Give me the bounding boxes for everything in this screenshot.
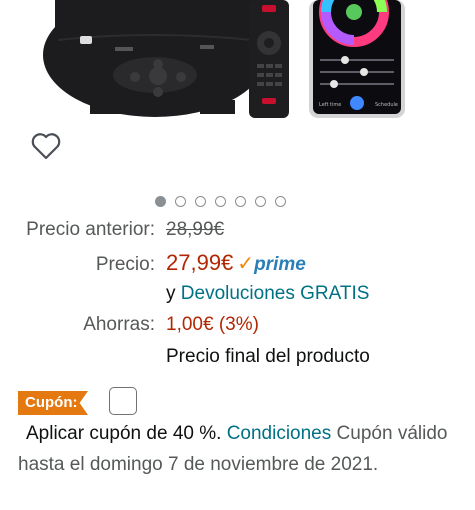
svg-text:Left time: Left time — [319, 102, 341, 108]
svg-text:Schedule: Schedule — [375, 102, 398, 108]
heart-icon[interactable] — [30, 131, 62, 161]
prime-label: prime — [254, 254, 306, 275]
previous-price-label: Precio anterior: — [26, 219, 155, 240]
returns-row: y Devoluciones GRATIS — [166, 283, 369, 305]
price-value: 27,99€ — [166, 250, 234, 275]
carousel-dots — [155, 193, 286, 209]
coupon-badge: Cupón: — [18, 391, 88, 415]
carousel-dot[interactable] — [275, 195, 286, 207]
previous-price-value: 28,99€ — [166, 219, 225, 240]
coupon-apply-text: Aplicar cupón de 40 %. — [26, 423, 222, 444]
carousel-dot[interactable] — [215, 195, 226, 207]
free-returns-link[interactable]: Devoluciones GRATIS — [181, 283, 370, 304]
coupon-description: Aplicar cupón de 40 %. Condiciones Cupón… — [18, 418, 458, 480]
carousel-dot[interactable] — [235, 195, 246, 207]
carousel-dot[interactable] — [255, 195, 266, 207]
carousel-dot[interactable] — [155, 195, 166, 207]
product-image[interactable]: Left time Schedule — [0, 0, 475, 122]
remote-control — [249, 0, 289, 118]
coupon-tail: Cupón — [336, 423, 393, 444]
price-row: 27,99€ ✓ prime — [166, 250, 306, 276]
price-label: Precio: — [95, 254, 155, 275]
savings-label: Ahorras: — [83, 314, 155, 335]
phone-app: Left time Schedule — [309, 0, 405, 118]
prime-badge: ✓ prime — [237, 251, 306, 276]
coupon-checkbox[interactable] — [109, 387, 137, 415]
carousel-dot[interactable] — [175, 195, 186, 207]
returns-prefix: y — [166, 283, 176, 304]
savings-value: 1,00€ (3%) — [166, 314, 259, 335]
final-price-note: Precio final del producto — [166, 346, 370, 367]
carousel-dot[interactable] — [195, 195, 206, 207]
coupon-conditions-link[interactable]: Condiciones — [227, 423, 332, 444]
prime-check-icon: ✓ — [237, 253, 255, 275]
